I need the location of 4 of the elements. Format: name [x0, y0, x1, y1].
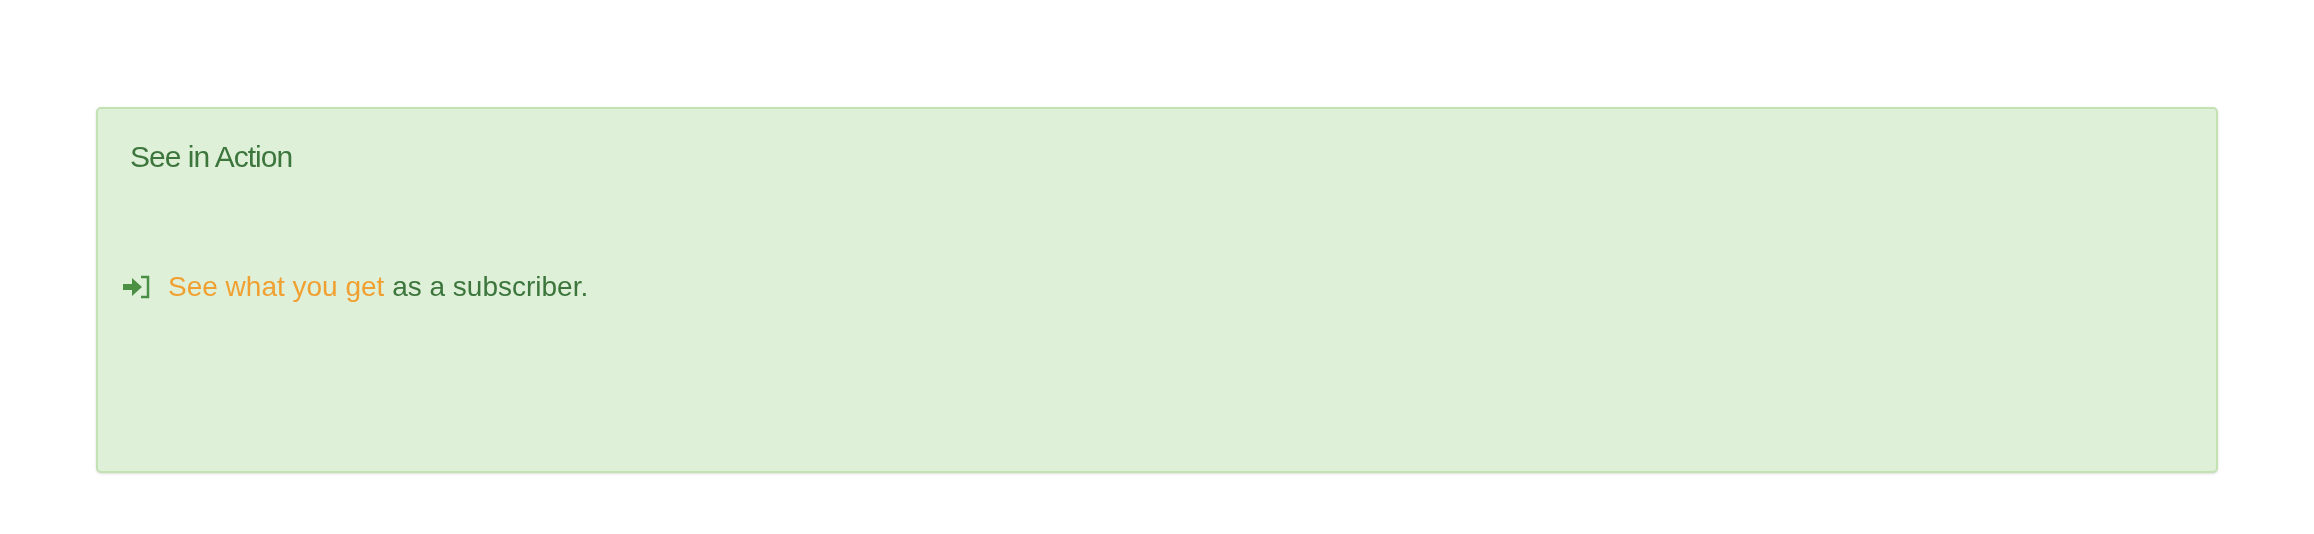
message-text: See what you get as a subscriber.: [168, 270, 589, 304]
panel-title: See in Action: [130, 139, 293, 175]
sign-in-icon: [122, 275, 152, 299]
subscriber-link[interactable]: See what you get: [168, 271, 385, 302]
